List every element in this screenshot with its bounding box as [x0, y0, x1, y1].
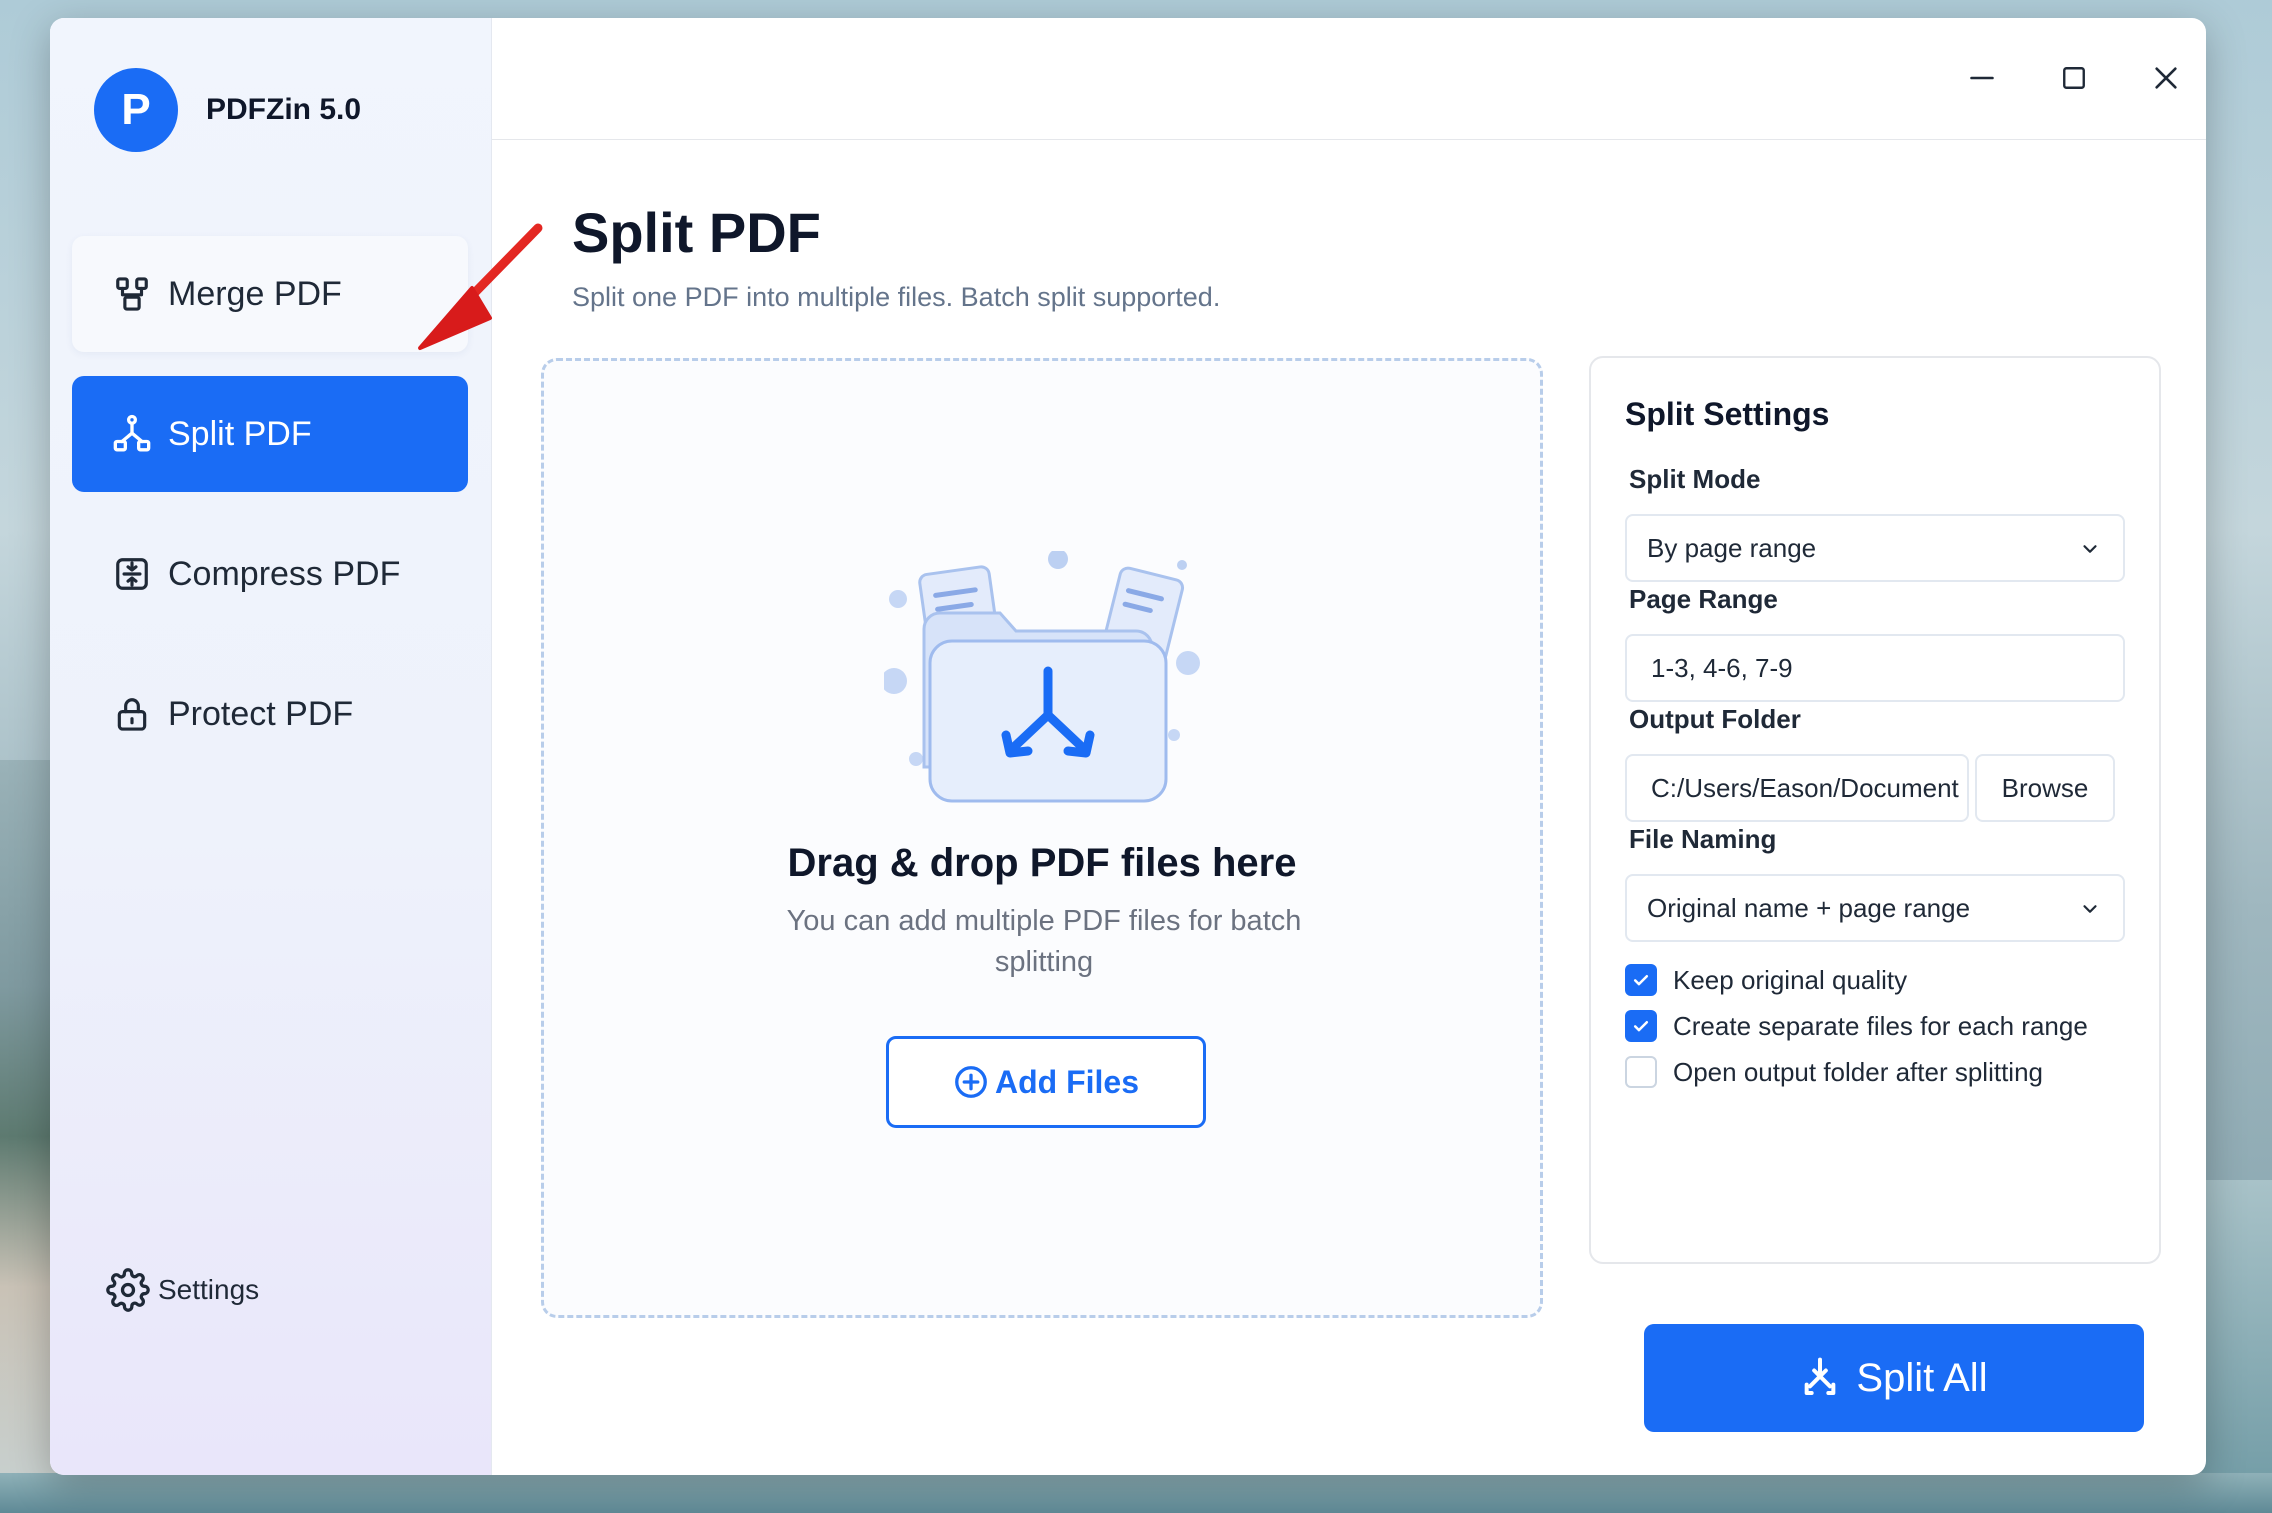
sidebar-item-label: Merge PDF [168, 274, 342, 313]
split-mode-value: By page range [1647, 532, 1817, 563]
desktop-background-bottom [0, 1473, 2272, 1513]
dropzone-title: Drag & drop PDF files here [787, 841, 1297, 885]
panel-title: Split Settings [1625, 396, 1830, 432]
page-range-input[interactable]: 1-3, 4-6, 7-9 [1625, 634, 2125, 702]
sidebar-item-label: Split PDF [168, 414, 312, 453]
lock-icon [112, 694, 152, 734]
option-open-folder[interactable]: Open output folder after splitting [1625, 1056, 2043, 1088]
split-all-button[interactable]: Split All [1644, 1324, 2144, 1432]
split-icon [112, 414, 152, 454]
sidebar-item-label: Protect PDF [168, 694, 354, 733]
sidebar-item-split-pdf[interactable]: Split PDF [72, 376, 468, 492]
output-folder-label: Output Folder [1629, 704, 1801, 734]
compress-icon [112, 554, 152, 594]
checkbox-checked[interactable] [1625, 964, 1657, 996]
option-label: Keep original quality [1673, 964, 1908, 995]
output-folder-input[interactable]: C:/Users/Eason/Document [1625, 754, 1969, 822]
page-title: Split PDF [572, 201, 821, 264]
check-icon [1633, 1021, 1649, 1032]
checkbox-checked[interactable] [1625, 1010, 1657, 1042]
main-content: Split PDF Split one PDF into multiple fi… [492, 18, 2206, 1475]
page-subtitle: Split one PDF into multiple files. Batch… [572, 282, 1221, 312]
option-separate-files[interactable]: Create separate files for each range [1625, 1010, 2088, 1042]
file-drop-zone[interactable]: Drag & drop PDF files here You can add m… [541, 358, 1543, 1318]
dropzone-subtitle: You can add multiple PDF files for batch… [786, 905, 1302, 978]
app-window: P PDFZin 5.0 Merge PDF Split PDF Compres… [50, 18, 2206, 1475]
settings-link[interactable]: Settings [106, 1268, 259, 1312]
chevron-down-icon [2083, 545, 2097, 553]
option-label: Open output folder after splitting [1673, 1056, 2044, 1087]
plus-circle-icon [953, 1064, 989, 1100]
split-mode-label: Split Mode [1629, 464, 1761, 494]
add-files-button[interactable]: Add Files [886, 1036, 1206, 1128]
check-icon [1633, 975, 1649, 986]
brand: P PDFZin 5.0 [94, 68, 361, 152]
settings-label: Settings [158, 1274, 260, 1305]
merge-icon [112, 274, 152, 314]
sidebar-item-merge-pdf[interactable]: Merge PDF [72, 236, 468, 352]
add-files-label: Add Files [994, 1063, 1139, 1100]
app-logo: P [94, 68, 178, 152]
option-label: Create separate files for each range [1673, 1010, 2088, 1041]
split-mode-select[interactable]: By page range [1625, 514, 2125, 582]
minimize-icon[interactable] [1962, 58, 2002, 98]
browse-button[interactable]: Browse [1975, 754, 2115, 822]
split-download-icon [1800, 1356, 1840, 1400]
sidebar-item-protect-pdf[interactable]: Protect PDF [72, 656, 468, 772]
sidebar: P PDFZin 5.0 Merge PDF Split PDF Compres… [50, 18, 543, 1475]
file-naming-select[interactable]: Original name + page range [1625, 874, 2125, 942]
page-range-value: 1-3, 4-6, 7-9 [1651, 652, 1793, 683]
page-range-label: Page Range [1629, 584, 1778, 614]
option-keep-quality[interactable]: Keep original quality [1625, 964, 1907, 996]
desktop-background-right [2202, 1180, 2272, 1513]
file-naming-value: Original name + page range [1647, 892, 1971, 923]
close-icon[interactable] [2146, 58, 2186, 98]
split-all-label: Split All [1856, 1355, 1988, 1400]
maximize-icon[interactable] [2054, 58, 2094, 98]
sidebar-item-compress-pdf[interactable]: Compress PDF [72, 516, 468, 632]
title-bar [492, 18, 2206, 140]
file-naming-label: File Naming [1629, 824, 1777, 854]
checkbox-unchecked[interactable] [1625, 1056, 1657, 1088]
folder-split-icon [884, 551, 1200, 803]
gear-icon [106, 1268, 150, 1312]
chevron-down-icon [2083, 905, 2097, 913]
sidebar-item-label: Compress PDF [168, 554, 401, 593]
split-settings-panel: Split Settings Split Mode By page range … [1589, 356, 2161, 1264]
app-name: PDFZin 5.0 [206, 93, 362, 126]
output-folder-value: C:/Users/Eason/Document [1651, 772, 1959, 803]
